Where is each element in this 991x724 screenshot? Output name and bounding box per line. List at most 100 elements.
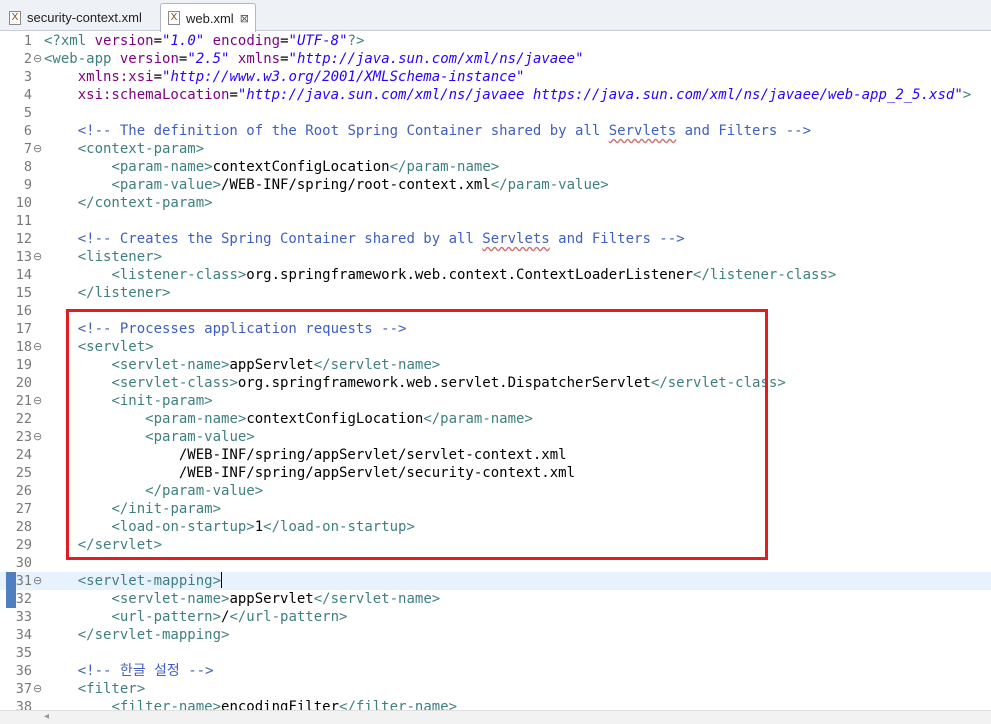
code-token: = — [153, 33, 163, 49]
text-cursor — [221, 572, 223, 588]
tab-security-context-xml[interactable]: X security-context.xml — [2, 4, 160, 31]
code-token: "UTF-8" — [288, 33, 348, 49]
spelling-warning-word: Servlets — [482, 231, 550, 247]
code-line[interactable]: 14 <listener-class>org.springframework.w… — [0, 266, 991, 284]
tab-web-xml[interactable]: X web.xml ⊠ — [160, 3, 256, 32]
code-line[interactable]: 7 ⊖ <context-param> — [0, 140, 991, 158]
code-token: = — [229, 87, 238, 103]
line-number: 37 — [15, 681, 32, 697]
line-number: 32 — [15, 591, 32, 607]
fold-toggle-icon[interactable]: ⊖ — [33, 338, 43, 356]
fold-toggle-icon[interactable]: ⊖ — [33, 248, 43, 266]
code-text: <param-value>/WEB-INF/spring/root-contex… — [44, 176, 608, 194]
line-number: 26 — [15, 483, 32, 499]
code-line[interactable]: 31 ⊖ <servlet-mapping> — [0, 572, 991, 608]
code-line[interactable]: 15 </listener> — [0, 284, 991, 302]
code-line[interactable]: 34 </servlet-mapping> — [0, 626, 991, 644]
fold-toggle-icon[interactable]: ⊖ — [33, 428, 43, 446]
line-number: 20 — [15, 375, 32, 391]
line-number: 29 — [15, 537, 32, 553]
code-token: <param-value> — [111, 177, 222, 193]
code-token: </context-param> — [77, 195, 213, 211]
code-line[interactable]: 12 <!-- Creates the Spring Container sha… — [0, 230, 991, 248]
code-text: <filter> — [44, 680, 145, 698]
code-text: <!-- The definition of the Root Spring C… — [44, 122, 811, 140]
code-line[interactable]: 36 <!-- 한글 설정 --> — [0, 662, 991, 680]
code-line[interactable]: 3 xmlns:xsi="http://www.w3.org/2001/XMLS… — [0, 68, 991, 86]
code-token: ?> — [347, 33, 365, 49]
code-token: /WEB-INF/spring/root-context.xml — [221, 177, 491, 193]
code-text: <?xml version="1.0" encoding="UTF-8"?> — [44, 32, 364, 50]
code-line[interactable]: 10 </context-param> — [0, 194, 991, 212]
line-number: 10 — [15, 195, 32, 211]
line-number: 22 — [15, 411, 32, 427]
code-text: <context-param> — [44, 140, 204, 158]
code-token: </listener-class> — [693, 267, 837, 283]
code-line[interactable]: 13 ⊖ <listener> — [0, 248, 991, 266]
code-line[interactable]: 35 — [0, 644, 991, 662]
line-number: 14 — [15, 267, 32, 283]
fold-toggle-icon[interactable]: ⊖ — [33, 392, 43, 410]
line-number: 16 — [15, 303, 32, 319]
code-token: <!-- Creates the Spring Container shared… — [77, 231, 483, 247]
code-token: <url-pattern> — [111, 609, 222, 625]
scroll-left-icon[interactable]: ◂ — [44, 711, 49, 722]
code-line[interactable]: 9 <param-value>/WEB-INF/spring/root-cont… — [0, 176, 991, 194]
line-number: 2 — [23, 51, 32, 67]
code-token: xsi:schemaLocation — [77, 87, 230, 103]
line-number: 9 — [23, 177, 32, 193]
code-token: <? — [44, 33, 61, 49]
code-line[interactable]: 37 ⊖ <filter> — [0, 680, 991, 698]
code-token: "http://java.sun.com/xml/ns/javaee" — [288, 51, 584, 67]
line-number: 18 — [15, 339, 32, 355]
code-token: version — [119, 51, 179, 67]
code-token: <context-param> — [77, 141, 205, 157]
fold-toggle-icon[interactable]: ⊖ — [33, 50, 43, 68]
code-token: encoding — [212, 33, 281, 49]
code-line[interactable]: 32 <servlet-name>appServlet</servlet-nam… — [0, 590, 991, 608]
code-line[interactable]: 6 <!-- The definition of the Root Spring… — [0, 122, 991, 140]
line-number: 5 — [23, 105, 32, 121]
line-number: 30 — [15, 555, 32, 571]
line-number: 12 — [15, 231, 32, 247]
line-number: 1 — [23, 33, 32, 49]
line-number: 3 — [23, 69, 32, 85]
code-line[interactable]: 33 <url-pattern>/</url-pattern> — [0, 608, 991, 626]
code-line[interactable]: 2 ⊖ <web-app version="2.5" xmlns="http://j… — [0, 50, 991, 68]
code-token: contextConfigLocation — [212, 159, 390, 175]
fold-toggle-icon[interactable]: ⊖ — [33, 680, 43, 698]
code-line[interactable]: 4 xsi:schemaLocation="http://java.sun.co… — [0, 86, 991, 104]
code-text: <listener> — [44, 248, 162, 266]
horizontal-scrollbar[interactable]: ◂ — [0, 710, 991, 724]
code-line[interactable]: 5 — [0, 104, 991, 122]
code-token: org.springframework.web.context.ContextL… — [246, 267, 694, 283]
fold-toggle-icon[interactable]: ⊖ — [33, 140, 43, 158]
code-token: = — [280, 51, 289, 67]
line-number: 7 — [23, 141, 32, 157]
code-token: xmlns:xsi — [77, 69, 154, 85]
code-text: <servlet-name>appServlet</servlet-name> — [44, 590, 440, 608]
line-number: 21 — [15, 393, 32, 409]
fold-toggle-icon[interactable]: ⊖ — [33, 572, 43, 590]
xml-file-icon: X — [168, 11, 180, 25]
code-text: <url-pattern>/</url-pattern> — [44, 608, 347, 626]
code-line[interactable]: 8 <param-name>contextConfigLocation</par… — [0, 158, 991, 176]
code-line[interactable]: 11 — [0, 212, 991, 230]
line-number: 23 — [15, 429, 32, 445]
code-token: <servlet-name> — [111, 591, 230, 607]
code-token: <servlet-mapping> — [77, 573, 222, 589]
code-text: xmlns:xsi="http://www.w3.org/2001/XMLSch… — [44, 68, 525, 86]
close-tab-icon[interactable]: ⊠ — [240, 12, 249, 25]
editor-tab-bar: X security-context.xml X web.xml ⊠ — [0, 0, 991, 32]
code-line[interactable]: 1 <?xml version="1.0" encoding="UTF-8"?> — [0, 32, 991, 50]
